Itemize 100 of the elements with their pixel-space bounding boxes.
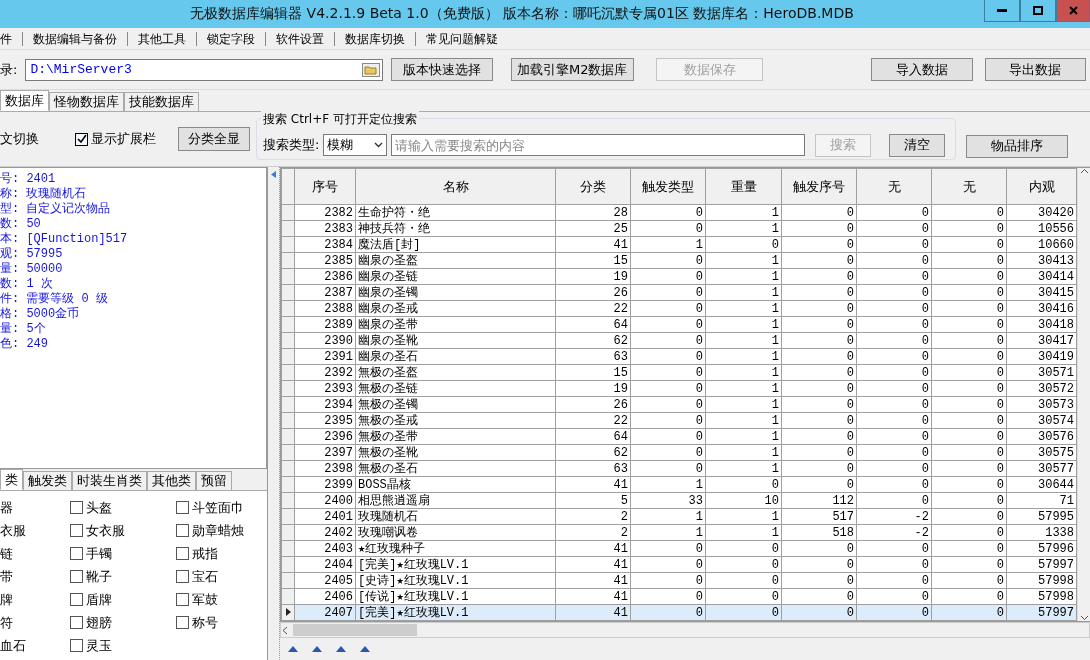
menu-item[interactable]: 常见问题解疑 bbox=[416, 31, 508, 46]
checkbox[interactable] bbox=[70, 616, 83, 629]
checkbox[interactable] bbox=[70, 524, 83, 537]
category-label: 器 bbox=[0, 498, 13, 517]
navigator-arrow-icon[interactable] bbox=[360, 646, 370, 652]
category-label: 军鼓 bbox=[192, 590, 218, 609]
chevron-down-icon bbox=[374, 142, 384, 148]
category-label: 血石 bbox=[0, 636, 26, 655]
toolbar-button[interactable]: 导入数据 bbox=[871, 58, 973, 81]
maximize-icon bbox=[1033, 6, 1043, 15]
tab[interactable]: 怪物数据库 bbox=[49, 92, 124, 111]
checkbox[interactable] bbox=[70, 501, 83, 514]
checkbox[interactable] bbox=[75, 132, 88, 146]
checkbox[interactable] bbox=[176, 547, 189, 560]
detail-line: 数: 50 bbox=[0, 217, 42, 232]
search-type-select[interactable]: 模糊 bbox=[323, 134, 388, 156]
menu-item[interactable]: 件 bbox=[0, 31, 23, 46]
checkbox[interactable] bbox=[176, 616, 189, 629]
tab[interactable]: 数据库 bbox=[0, 90, 49, 111]
category-label: 手镯 bbox=[86, 544, 112, 563]
tab[interactable]: 触发类 bbox=[23, 471, 72, 490]
category-label: 链 bbox=[0, 544, 13, 563]
folder-icon[interactable] bbox=[362, 62, 381, 77]
toolbar-button[interactable]: 加载引擎M2数据库 bbox=[510, 58, 634, 81]
category-label: 盾牌 bbox=[86, 590, 112, 609]
category-label: 靴子 bbox=[86, 567, 112, 586]
detail-line: 色: 249 bbox=[0, 337, 49, 352]
column-header[interactable]: 分类 bbox=[555, 168, 631, 205]
check-icon bbox=[76, 134, 87, 144]
navigator-arrow-icon[interactable] bbox=[288, 646, 298, 652]
checkbox[interactable] bbox=[70, 547, 83, 560]
show-all-button[interactable]: 分类全显 bbox=[178, 127, 250, 151]
tab[interactable]: 预留 bbox=[196, 471, 232, 490]
checkbox[interactable] bbox=[176, 501, 189, 514]
scroll-left-icon[interactable] bbox=[281, 625, 289, 635]
checkbox[interactable] bbox=[176, 524, 189, 537]
menu-item[interactable]: 其他工具 bbox=[128, 31, 197, 46]
close-button[interactable] bbox=[1056, 0, 1090, 22]
column-header[interactable]: 重量 bbox=[705, 168, 782, 205]
search-button[interactable]: 清空 bbox=[889, 133, 946, 157]
category-label: 灵玉 bbox=[86, 636, 112, 655]
category-label: 斗笠面巾 bbox=[192, 498, 244, 517]
category-label: 衣服 bbox=[0, 521, 26, 540]
column-header[interactable]: 无 bbox=[856, 168, 932, 205]
category-label: 称号 bbox=[192, 613, 218, 632]
category-label: 戒指 bbox=[192, 544, 218, 563]
category-label: 勋章蜡烛 bbox=[192, 521, 244, 540]
checkbox[interactable] bbox=[176, 570, 189, 583]
search-type-label: 搜索类型: bbox=[263, 136, 320, 154]
checkbox[interactable] bbox=[70, 639, 83, 652]
maximize-button[interactable] bbox=[1020, 0, 1056, 22]
detail-line: 量: 50000 bbox=[0, 262, 64, 277]
sort-button[interactable]: 物品排序 bbox=[966, 134, 1068, 158]
navigator-arrow-icon[interactable] bbox=[336, 646, 346, 652]
minimize-button[interactable] bbox=[984, 0, 1020, 22]
toolbar-button[interactable]: 版本快速选择 bbox=[391, 58, 493, 81]
detail-line: 件: 需要等级 0 级 bbox=[0, 292, 109, 307]
detail-line: 格: 5000金币 bbox=[0, 307, 81, 322]
language-toggle[interactable]: 文切换 bbox=[0, 130, 39, 148]
column-header[interactable]: 序号 bbox=[294, 168, 356, 205]
menu-item[interactable]: 锁定字段 bbox=[197, 31, 266, 46]
close-icon bbox=[1068, 6, 1078, 15]
category-label: 翅膀 bbox=[86, 613, 112, 632]
scroll-up-icon[interactable] bbox=[1079, 168, 1089, 174]
detail-line: 数: 1 次 bbox=[0, 277, 54, 292]
column-header[interactable]: 触发类型 bbox=[630, 168, 706, 205]
checkbox[interactable] bbox=[176, 593, 189, 606]
tab[interactable]: 技能数据库 bbox=[124, 92, 199, 111]
tab[interactable]: 时装生肖类 bbox=[72, 471, 147, 490]
detail-line: 本: [QFunction]517 bbox=[0, 232, 129, 247]
scrollbar-thumb[interactable] bbox=[293, 624, 417, 636]
category-label: 头盔 bbox=[86, 498, 112, 517]
checkbox-label: 显示扩展栏 bbox=[91, 130, 156, 148]
detail-line: 量: 5个 bbox=[0, 322, 47, 337]
checkbox[interactable] bbox=[70, 593, 83, 606]
minimize-icon bbox=[997, 8, 1007, 13]
category-label: 女衣服 bbox=[86, 521, 125, 540]
detail-line: 观: 57995 bbox=[0, 247, 64, 262]
menu-item[interactable]: 数据库切换 bbox=[335, 31, 416, 46]
navigator-arrow-icon[interactable] bbox=[312, 646, 322, 652]
detail-line: 型: 自定义记次物品 bbox=[0, 202, 112, 217]
checkbox[interactable] bbox=[70, 570, 83, 583]
menu-item[interactable]: 数据编辑与备份 bbox=[23, 31, 128, 46]
column-header[interactable]: 名称 bbox=[355, 168, 556, 205]
detail-line: 称: 玫瑰随机石 bbox=[0, 187, 88, 202]
window-title: 无极数据库编辑器 V4.2.1.9 Beta 1.0（免费版） 版本名称：哪吒沉默专属01区 数据库名：HeroDB.MDB bbox=[189, 5, 855, 23]
search-field[interactable]: 请输入需要搜索的内容 bbox=[391, 134, 806, 156]
toolbar-button[interactable]: 导出数据 bbox=[984, 58, 1086, 81]
detail-line: 号: 2401 bbox=[0, 172, 57, 187]
column-header[interactable]: 无 bbox=[931, 168, 1007, 205]
category-label: 牌 bbox=[0, 590, 13, 609]
scroll-down-icon[interactable] bbox=[1079, 615, 1089, 621]
path-field[interactable]: D:\MirServer3 bbox=[25, 58, 384, 81]
menu-item[interactable]: 软件设置 bbox=[266, 31, 335, 46]
tab[interactable]: 其他类 bbox=[147, 471, 196, 490]
collapse-arrow-icon[interactable] bbox=[271, 171, 276, 178]
tab[interactable]: 类 bbox=[0, 469, 23, 490]
column-header[interactable]: 内观 bbox=[1006, 168, 1077, 205]
column-header[interactable]: 触发序号 bbox=[781, 168, 857, 205]
category-label: 符 bbox=[0, 613, 13, 632]
